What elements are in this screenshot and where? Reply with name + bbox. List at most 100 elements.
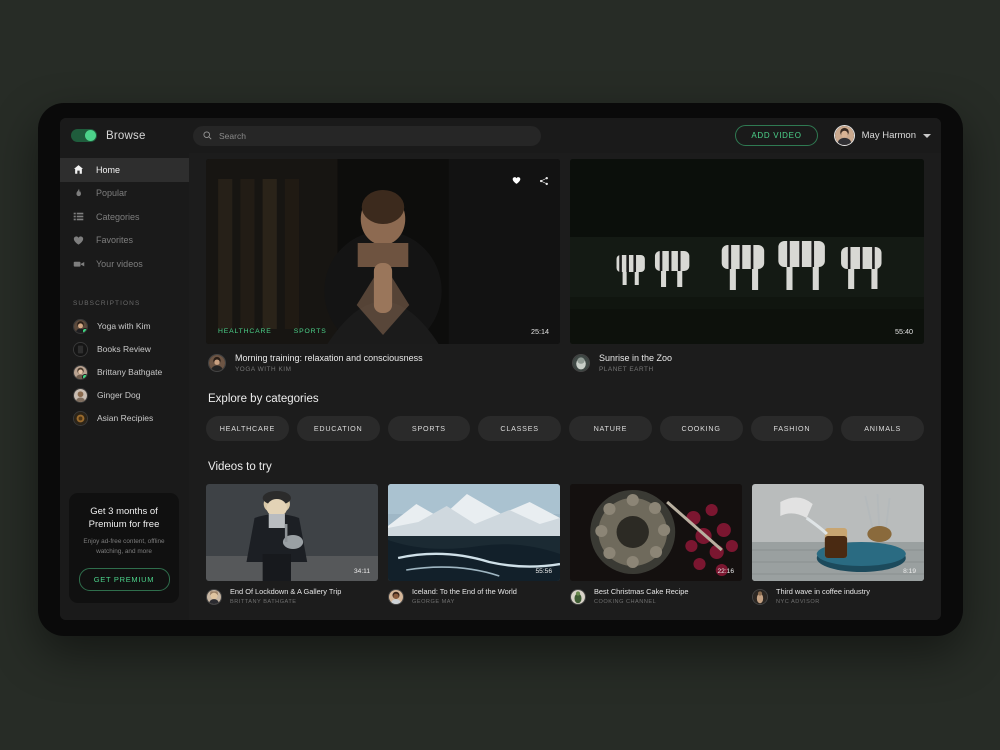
category-chip-healthcare[interactable]: HEALTHCARE [206, 416, 289, 442]
channel-avatar[interactable] [752, 588, 768, 605]
avatar-image [74, 388, 87, 402]
app-window: Browse ADD VIDEO [60, 118, 941, 620]
video-thumbnail[interactable]: 55:40 [570, 159, 924, 344]
video-title[interactable]: End Of Lockdown & A Gallery Trip [230, 587, 341, 597]
category-chip-education[interactable]: EDUCATION [296, 416, 380, 442]
video-card[interactable]: 22:16 Best Christmas Cake Recipe COOKING… [570, 484, 742, 605]
video-title[interactable]: Third wave in coffee industry [776, 587, 870, 597]
video-tag[interactable]: SPORTS [294, 328, 327, 335]
video-meta-text: Best Christmas Cake Recipe COOKING CHANN… [594, 587, 688, 605]
video-thumbnail[interactable]: 22:16 [570, 484, 742, 582]
channel-avatar[interactable] [572, 354, 590, 373]
category-chip-classes[interactable]: CLASSES [478, 416, 561, 442]
avatar [73, 318, 88, 334]
avatar-image [573, 355, 589, 372]
video-channel[interactable]: YOGA WITH KIM [235, 366, 423, 373]
avatar-image [753, 589, 767, 604]
sidebar-item-label: Your videos [96, 258, 143, 269]
video-title[interactable]: Morning training: relaxation and conscio… [235, 353, 423, 364]
video-channel[interactable]: NYC ADVISOR [776, 599, 870, 605]
video-title[interactable]: Iceland: To the End of the World [412, 587, 517, 597]
video-duration: 25:14 [531, 327, 549, 336]
sidebar: Home Popular Categories Favorites Your v… [60, 153, 189, 620]
video-channel[interactable]: GEORGE MAY [412, 599, 517, 605]
channel-avatar[interactable] [570, 588, 586, 605]
videos-to-try-heading: Videos to try [208, 461, 272, 474]
video-meta: Best Christmas Cake Recipe COOKING CHANN… [570, 581, 742, 605]
subscription-item-brittany-bathgate[interactable]: Brittany Bathgate [60, 361, 189, 384]
browse-toggle[interactable] [71, 129, 97, 142]
add-video-button[interactable]: ADD VIDEO [735, 125, 818, 146]
share-button[interactable] [539, 176, 549, 186]
share-icon [539, 176, 548, 185]
sidebar-item-label: Popular [96, 188, 128, 199]
category-chip-fashion[interactable]: FASHION [750, 416, 834, 442]
brand-label: Browse [106, 129, 146, 142]
search-bar[interactable] [193, 125, 541, 146]
video-meta-text: Sunrise in the Zoo PLANET EARTH [599, 353, 672, 373]
subscription-item-asian-recipies[interactable]: Asian Recipies [60, 407, 189, 430]
online-indicator [82, 373, 87, 379]
video-camera-icon [72, 258, 85, 270]
avatar [73, 410, 88, 426]
video-tag[interactable]: HEALTHCARE [218, 328, 272, 335]
user-menu[interactable]: May Harmon [833, 125, 931, 146]
get-premium-button[interactable]: GET PREMIUM [78, 568, 170, 591]
video-title[interactable]: Sunrise in the Zoo [599, 353, 672, 364]
avatar-image [571, 589, 585, 604]
video-meta-text: Third wave in coffee industry NYC ADVISO… [776, 587, 870, 605]
category-chip-sports[interactable]: SPORTS [387, 416, 471, 442]
topbar-right: ADD VIDEO May Harmon [735, 125, 931, 146]
brand-zone: Browse [60, 129, 189, 142]
sidebar-item-categories[interactable]: Categories [60, 205, 189, 229]
heart-icon [72, 235, 85, 246]
video-card[interactable]: 55:56 Iceland: To the End of the World G… [388, 484, 560, 605]
video-title[interactable]: Best Christmas Cake Recipe [594, 587, 688, 597]
categories-heading: Explore by categories [208, 393, 319, 406]
subscription-item-ginger-dog[interactable]: Ginger Dog [60, 384, 189, 407]
video-channel[interactable]: COOKING CHANNEL [594, 599, 688, 605]
video-duration: 55:56 [535, 568, 552, 576]
subscription-label: Brittany Bathgate [97, 367, 163, 377]
subscription-label: Ginger Dog [97, 390, 141, 400]
video-meta-text: Morning training: relaxation and conscio… [235, 353, 423, 373]
video-channel[interactable]: BRITTANY BATHGATE [230, 599, 341, 605]
category-chip-nature[interactable]: NATURE [569, 416, 652, 442]
video-card[interactable]: 34:11 End Of Lockdown & A Gallery Trip B… [206, 484, 378, 605]
category-chip-cooking[interactable]: COOKING [659, 416, 743, 442]
channel-avatar[interactable] [208, 354, 226, 373]
thumbnail-image [570, 159, 924, 344]
video-card[interactable]: 8:19 Third wave in coffee industry NYC A… [752, 484, 924, 605]
category-chip-animals[interactable]: ANIMALS [841, 416, 924, 442]
premium-subtitle: Enjoy ad-free content, offline watching,… [83, 538, 165, 555]
video-channel[interactable]: PLANET EARTH [599, 366, 672, 373]
avatar-image [389, 589, 403, 604]
video-meta: Third wave in coffee industry NYC ADVISO… [752, 581, 924, 605]
video-thumbnail[interactable]: 34:11 [206, 484, 378, 582]
channel-avatar[interactable] [206, 588, 222, 605]
sidebar-item-home[interactable]: Home [60, 158, 189, 182]
search-input[interactable] [219, 130, 531, 141]
sidebar-item-label: Categories [96, 211, 140, 222]
sidebar-item-your-videos[interactable]: Your videos [60, 252, 189, 276]
sidebar-item-favorites[interactable]: Favorites [60, 229, 189, 253]
avatar [73, 364, 88, 380]
online-indicator [82, 327, 87, 333]
heart-icon [512, 177, 521, 184]
avatar [73, 341, 88, 357]
video-card[interactable]: HEALTHCARE SPORTS 25:14 Morning training… [206, 159, 560, 373]
subscription-item-yoga-with-kim[interactable]: Yoga with Kim [60, 315, 189, 338]
video-thumbnail[interactable]: 8:19 [752, 484, 924, 582]
video-thumbnail[interactable]: 55:56 [388, 484, 560, 582]
thumbnail-image [388, 484, 560, 582]
video-card[interactable]: 55:40 Sunrise in the Zoo PLANET EARTH [570, 159, 924, 373]
favorite-button[interactable] [506, 170, 527, 191]
video-thumbnail[interactable]: HEALTHCARE SPORTS 25:14 [206, 159, 560, 344]
featured-videos-row: HEALTHCARE SPORTS 25:14 Morning training… [206, 159, 924, 373]
sidebar-item-popular[interactable]: Popular [60, 182, 189, 206]
subscription-item-books-review[interactable]: Books Review [60, 338, 189, 361]
chevron-down-icon[interactable] [923, 133, 931, 138]
channel-avatar[interactable] [388, 588, 404, 605]
user-name: May Harmon [861, 130, 916, 141]
flame-icon [72, 188, 85, 199]
